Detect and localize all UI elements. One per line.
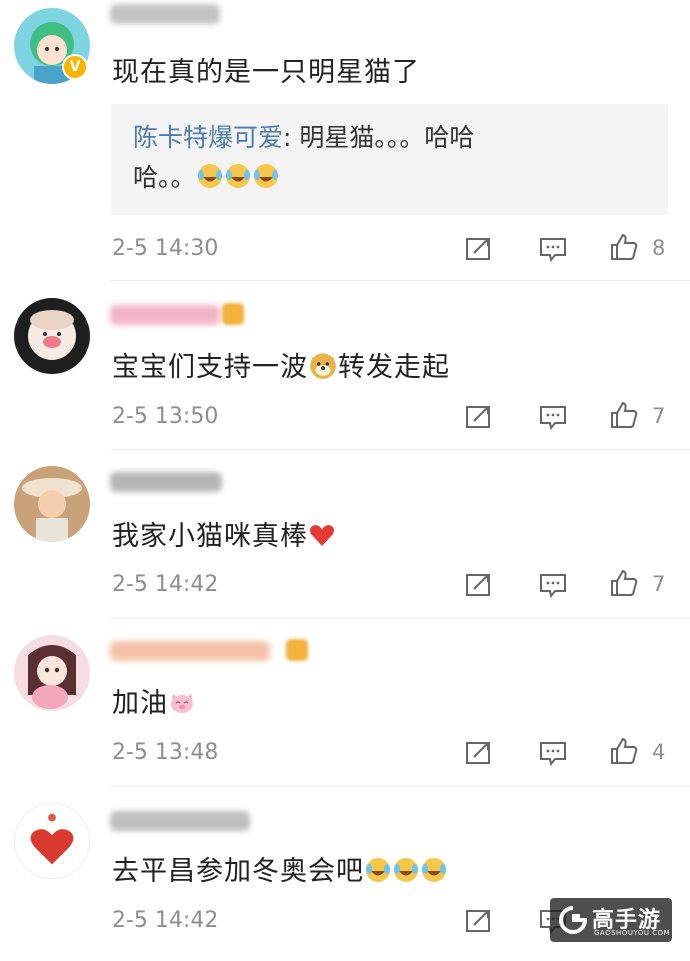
doge-emoji-icon xyxy=(308,352,338,383)
avatar[interactable] xyxy=(14,803,90,879)
comment-text-part: 去平昌参加冬奥会吧 xyxy=(112,856,364,887)
comment-time: 2-5 13:50 xyxy=(112,404,219,429)
comment-text-part: 我家小猫咪真棒 xyxy=(112,521,308,552)
repost-button[interactable] xyxy=(463,569,495,601)
username-blurred[interactable] xyxy=(110,811,250,831)
like-button[interactable] xyxy=(608,231,640,263)
comment-time: 2-5 14:30 xyxy=(112,236,219,261)
comment-icon xyxy=(540,742,566,767)
quote-text-cont: 哈。。 xyxy=(133,163,196,192)
comment-item: 我家小猫咪真棒 2-5 14:42 7 xyxy=(0,450,690,618)
comment-icon xyxy=(540,238,566,263)
comment-time: 2-5 14:42 xyxy=(112,572,219,597)
like-button[interactable] xyxy=(608,399,640,431)
avatar[interactable] xyxy=(14,466,90,542)
comment-text: 加油 xyxy=(112,681,196,720)
laugh-cry-emoji-icon xyxy=(196,163,280,192)
member-badge-icon xyxy=(222,303,244,325)
comment-text-part: 转发走起 xyxy=(338,352,450,383)
watermark-subtitle: GAOSHOUYOU.COM xyxy=(594,929,671,937)
username-blurred[interactable] xyxy=(110,641,270,661)
like-icon xyxy=(611,737,638,764)
comment-icon xyxy=(540,574,566,599)
member-badge-icon xyxy=(286,639,308,661)
comment-item: V 现在真的是一只明星猫了 陈卡特爆可爱: 明星猫。。。哈哈 哈。。 2-5 1… xyxy=(0,0,690,280)
comment-text-part: 加油 xyxy=(112,688,168,719)
avatar[interactable] xyxy=(14,635,90,711)
comment-text: 宝宝们支持一波 转发走起 xyxy=(112,345,450,384)
repost-button[interactable] xyxy=(463,233,495,265)
like-icon xyxy=(611,233,638,260)
comment-time: 2-5 13:48 xyxy=(112,740,219,765)
verified-badge-icon: V xyxy=(62,54,88,80)
comment-text: 现在真的是一只明星猫了 xyxy=(112,57,420,88)
repost-icon xyxy=(466,574,490,596)
quote-text: 明星猫。。。哈哈 xyxy=(291,123,475,152)
pig-emoji-icon xyxy=(168,688,196,719)
like-count: 7 xyxy=(652,404,666,428)
comment-button[interactable] xyxy=(537,401,569,433)
comment-text-part: 宝宝们支持一波 xyxy=(112,352,308,383)
username-blurred[interactable] xyxy=(110,472,222,492)
gaoshouyou-logo-icon xyxy=(559,906,588,934)
like-button[interactable] xyxy=(608,567,640,599)
username-blurred[interactable] xyxy=(110,4,220,24)
comment-button[interactable] xyxy=(537,569,569,601)
site-watermark: 高手游 GAOSHOUYOU.COM xyxy=(550,898,672,942)
comment-text: 我家小猫咪真棒 xyxy=(112,514,336,553)
comment-text: 去平昌参加冬奥会吧 xyxy=(112,849,448,888)
repost-icon xyxy=(466,406,490,428)
repost-icon xyxy=(466,742,490,764)
like-icon xyxy=(611,401,638,428)
repost-button[interactable] xyxy=(463,401,495,433)
avatar[interactable] xyxy=(14,298,90,374)
like-count: 4 xyxy=(652,740,666,764)
comment-item: 宝宝们支持一波 转发走起 2-5 13:50 7 xyxy=(0,281,690,449)
comment-button[interactable] xyxy=(537,233,569,265)
like-count: 7 xyxy=(652,572,666,596)
comment-time: 2-5 14:42 xyxy=(112,908,219,933)
like-icon xyxy=(611,569,638,596)
repost-button[interactable] xyxy=(463,737,495,769)
quoted-user-link[interactable]: 陈卡特爆可爱 xyxy=(133,123,283,152)
laugh-cry-emoji-icon xyxy=(364,856,448,887)
comment-icon xyxy=(540,406,566,431)
repost-button[interactable] xyxy=(463,905,495,937)
username-blurred[interactable] xyxy=(110,305,220,325)
comment-item: 加油 2-5 13:48 4 xyxy=(0,619,690,787)
like-button[interactable] xyxy=(608,735,640,767)
like-count: 8 xyxy=(652,236,666,260)
heart-emoji-icon xyxy=(308,521,336,552)
repost-icon xyxy=(466,238,490,260)
repost-icon xyxy=(466,910,490,932)
quoted-reply[interactable]: 陈卡特爆可爱: 明星猫。。。哈哈 哈。。 xyxy=(111,104,668,215)
comment-button[interactable] xyxy=(537,737,569,769)
